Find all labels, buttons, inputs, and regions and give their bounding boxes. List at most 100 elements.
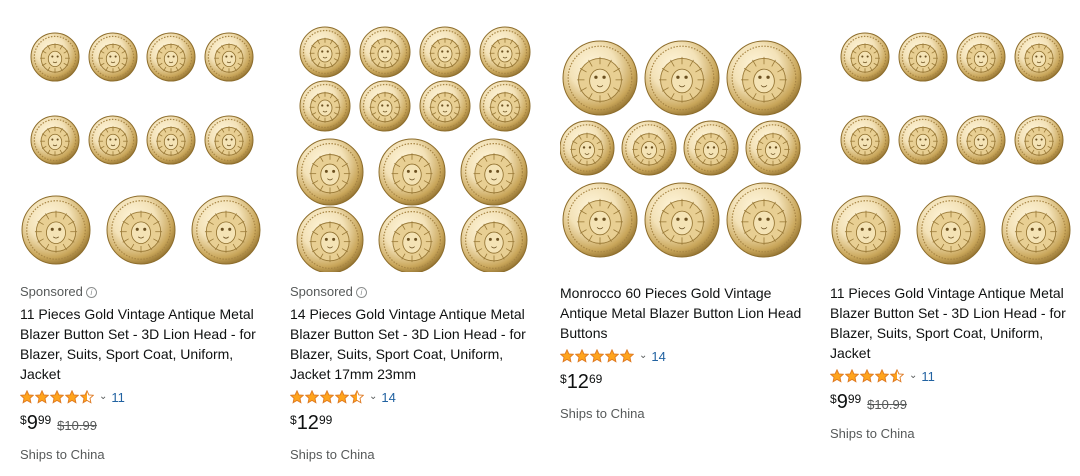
price[interactable]: $ 12 69 bbox=[560, 371, 810, 397]
review-count[interactable]: 11 bbox=[111, 390, 125, 405]
price-fraction: 99 bbox=[37, 413, 52, 427]
product-title[interactable]: 14 Pieces Gold Vintage Antique Metal Bla… bbox=[290, 304, 540, 384]
product-title[interactable]: 11 Pieces Gold Vintage Antique Metal Bla… bbox=[20, 304, 270, 384]
product-title[interactable]: 11 Pieces Gold Vintage Antique Metal Bla… bbox=[830, 283, 1080, 363]
star-icon bbox=[305, 390, 319, 404]
lion-button bbox=[898, 115, 948, 165]
lion-button bbox=[840, 32, 890, 82]
lion-button bbox=[88, 32, 138, 82]
star-icon bbox=[860, 369, 874, 383]
price[interactable]: $ 9 99 $10.99 bbox=[830, 391, 1080, 417]
chevron-down-icon[interactable]: ⌄ bbox=[639, 350, 647, 361]
lion-button bbox=[1014, 115, 1064, 165]
lion-button bbox=[1001, 195, 1071, 265]
star-icon bbox=[290, 390, 304, 404]
sponsored-label[interactable]: Sponsored i bbox=[20, 282, 270, 302]
price-fraction: 69 bbox=[588, 372, 603, 386]
star-icon bbox=[890, 369, 904, 383]
lion-button bbox=[204, 32, 254, 82]
rating-row[interactable]: ⌄ 11 bbox=[830, 366, 1080, 386]
star-icon bbox=[590, 349, 604, 363]
rating-row[interactable]: ⌄ 14 bbox=[560, 346, 810, 366]
list-price: $10.99 bbox=[57, 418, 97, 433]
product-image[interactable] bbox=[20, 22, 270, 272]
sponsored-label[interactable]: Sponsored i bbox=[290, 282, 540, 302]
lion-button bbox=[745, 120, 801, 176]
lion-button bbox=[479, 80, 531, 132]
star-icon bbox=[845, 369, 859, 383]
lion-button bbox=[378, 206, 446, 272]
lion-button bbox=[378, 138, 446, 206]
lion-button bbox=[146, 115, 196, 165]
lion-head-button-image bbox=[296, 26, 531, 272]
lion-button bbox=[191, 195, 261, 265]
lion-button bbox=[726, 182, 802, 258]
price-symbol: $ bbox=[20, 413, 27, 427]
rating-row[interactable]: ⌄ 11 bbox=[20, 387, 270, 407]
rating-row[interactable]: ⌄ 14 bbox=[290, 387, 540, 407]
lion-button bbox=[460, 138, 528, 206]
price-whole: 9 bbox=[836, 391, 848, 413]
lion-button bbox=[419, 80, 471, 132]
product-info: Sponsored i 11 Pieces Gold Vintage Antiq… bbox=[20, 282, 270, 463]
product-info: Sponsored i 14 Pieces Gold Vintage Antiq… bbox=[290, 282, 540, 463]
star-icon bbox=[80, 390, 94, 404]
chevron-down-icon[interactable]: ⌄ bbox=[909, 370, 917, 381]
lion-button bbox=[898, 32, 948, 82]
star-icon bbox=[35, 390, 49, 404]
lion-button bbox=[359, 80, 411, 132]
review-count[interactable]: 14 bbox=[651, 349, 665, 364]
price-fraction: 99 bbox=[318, 413, 333, 427]
product-title[interactable]: Monrocco 60 Pieces Gold Vintage Antique … bbox=[560, 283, 810, 343]
star-icon bbox=[335, 390, 349, 404]
star-rating[interactable] bbox=[290, 390, 364, 404]
star-icon bbox=[50, 390, 64, 404]
lion-button bbox=[956, 115, 1006, 165]
price-whole: 9 bbox=[26, 412, 38, 434]
lion-button bbox=[831, 195, 901, 265]
price[interactable]: $ 12 99 bbox=[290, 412, 540, 438]
product-info: Monrocco 60 Pieces Gold Vintage Antique … bbox=[560, 283, 810, 422]
price[interactable]: $ 9 99 $10.99 bbox=[20, 412, 270, 438]
product-image[interactable] bbox=[560, 30, 810, 280]
product-grid: Sponsored i 11 Pieces Gold Vintage Antiq… bbox=[0, 0, 1080, 476]
product-image[interactable] bbox=[830, 22, 1080, 272]
product-card[interactable]: Monrocco 60 Pieces Gold Vintage Antique … bbox=[560, 0, 810, 476]
price-fraction: 99 bbox=[847, 392, 862, 406]
star-icon bbox=[560, 349, 574, 363]
lion-button bbox=[683, 120, 739, 176]
product-card[interactable]: 11 Pieces Gold Vintage Antique Metal Bla… bbox=[830, 0, 1080, 476]
shipping-info: Ships to China bbox=[20, 447, 105, 462]
star-rating[interactable] bbox=[560, 349, 634, 363]
lion-button bbox=[296, 138, 364, 206]
product-card[interactable]: Sponsored i 14 Pieces Gold Vintage Antiq… bbox=[290, 0, 540, 476]
product-card[interactable]: Sponsored i 11 Pieces Gold Vintage Antiq… bbox=[20, 0, 270, 476]
lion-button bbox=[106, 195, 176, 265]
lion-button bbox=[204, 115, 254, 165]
price-whole: 12 bbox=[566, 371, 589, 393]
shipping-info: Ships to China bbox=[560, 406, 645, 421]
star-icon bbox=[830, 369, 844, 383]
star-icon bbox=[320, 390, 334, 404]
lion-button bbox=[956, 32, 1006, 82]
star-icon bbox=[620, 349, 634, 363]
star-rating[interactable] bbox=[20, 390, 94, 404]
info-icon[interactable]: i bbox=[85, 286, 97, 298]
chevron-down-icon[interactable]: ⌄ bbox=[369, 391, 377, 402]
lion-button bbox=[419, 26, 471, 78]
lion-button bbox=[88, 115, 138, 165]
info-icon[interactable]: i bbox=[355, 286, 367, 298]
chevron-down-icon[interactable]: ⌄ bbox=[99, 391, 107, 402]
price-whole: 12 bbox=[296, 412, 319, 434]
lion-button bbox=[479, 26, 531, 78]
star-icon bbox=[875, 369, 889, 383]
price-symbol: $ bbox=[290, 413, 297, 427]
lion-button bbox=[644, 40, 720, 116]
lion-button bbox=[726, 40, 802, 116]
product-info: 11 Pieces Gold Vintage Antique Metal Bla… bbox=[830, 283, 1080, 442]
product-image[interactable] bbox=[290, 22, 540, 272]
review-count[interactable]: 14 bbox=[381, 390, 395, 405]
star-rating[interactable] bbox=[830, 369, 904, 383]
review-count[interactable]: 11 bbox=[921, 369, 935, 384]
lion-button bbox=[562, 182, 638, 258]
